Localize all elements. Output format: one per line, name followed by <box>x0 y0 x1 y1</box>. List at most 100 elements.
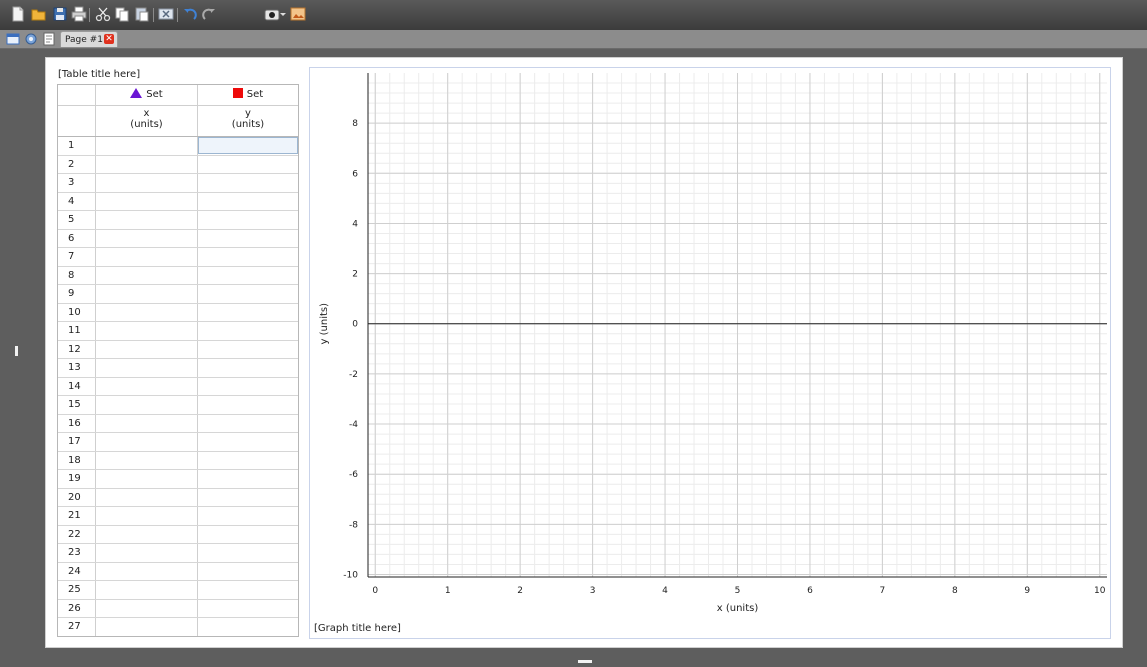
cell-x[interactable] <box>96 267 197 284</box>
variable-name: x <box>143 108 150 119</box>
cell-y[interactable] <box>198 174 298 191</box>
paste-icon[interactable] <box>134 6 150 22</box>
y-tick-label: -4 <box>349 420 358 430</box>
settings-icon[interactable] <box>24 32 38 46</box>
cell-y[interactable] <box>198 415 298 432</box>
cell-y[interactable] <box>198 526 298 543</box>
close-icon[interactable]: ✕ <box>104 34 114 44</box>
row-number: 13 <box>68 362 81 373</box>
cell-y[interactable] <box>198 211 298 228</box>
graph-panel[interactable]: 0 1 2 3 4 5 6 7 8 9 10 -10 -8 -6 -4 -2 0 2 4 6 8 x (units) y (… <box>309 67 1111 639</box>
splitter-handle[interactable] <box>15 346 18 356</box>
open-folder-icon[interactable] <box>31 6 47 22</box>
column-header-x-set[interactable]: Set <box>96 85 197 105</box>
x-tick-label: 6 <box>807 586 813 596</box>
document-icon[interactable] <box>42 32 56 46</box>
image-icon[interactable] <box>290 6 306 22</box>
row-number: 20 <box>68 491 81 503</box>
row-number: 4 <box>68 195 75 207</box>
main-toolbar <box>0 0 1147 30</box>
column-header-y-set[interactable]: Set <box>198 85 298 105</box>
dropdown-arrow-icon[interactable] <box>279 6 287 22</box>
x-tick-label: 8 <box>952 586 958 596</box>
table-row: 2 <box>58 156 298 174</box>
cell-x[interactable] <box>96 507 197 524</box>
variable-units: (units) <box>231 119 265 130</box>
cell-y[interactable] <box>198 600 298 617</box>
cell-y[interactable] <box>198 618 298 635</box>
cell-x[interactable] <box>96 600 197 617</box>
column-header-x[interactable]: x (units) <box>96 108 197 136</box>
cell-x[interactable] <box>96 489 197 506</box>
cell-y[interactable] <box>198 433 298 450</box>
square-icon <box>232 88 243 98</box>
cell-x[interactable] <box>96 230 197 247</box>
print-icon[interactable] <box>71 6 87 22</box>
table-header-variables: x (units) y (units) <box>58 105 298 137</box>
cell-x[interactable] <box>96 618 197 635</box>
x-tick-label: 10 <box>1094 586 1106 596</box>
cell-y[interactable] <box>198 563 298 580</box>
cell-x[interactable] <box>96 563 197 580</box>
cell-y[interactable] <box>198 137 298 154</box>
table-row: 25 <box>58 581 298 600</box>
cell-x[interactable] <box>96 193 197 210</box>
cell-y[interactable] <box>198 304 298 321</box>
cell-x[interactable] <box>96 452 197 469</box>
row-number: 27 <box>68 621 81 632</box>
table-title[interactable]: [Table title here] <box>58 69 140 80</box>
undo-icon[interactable] <box>182 6 198 22</box>
cell-x[interactable] <box>96 174 197 191</box>
cell-y[interactable] <box>198 396 298 413</box>
cell-y[interactable] <box>198 359 298 376</box>
redo-icon[interactable] <box>201 6 217 22</box>
cell-x[interactable] <box>96 248 197 265</box>
graph-plot[interactable]: 0 1 2 3 4 5 6 7 8 9 10 -10 -8 -6 -4 -2 0 2 4 6 8 x (units) y (… <box>310 68 1112 640</box>
cell-y[interactable] <box>198 285 298 302</box>
copy-icon[interactable] <box>114 6 130 22</box>
cell-y[interactable] <box>198 341 298 358</box>
cell-x[interactable] <box>96 526 197 543</box>
cell-x[interactable] <box>96 211 197 228</box>
cell-y[interactable] <box>198 378 298 395</box>
table-row: 5 <box>58 211 298 230</box>
cell-x[interactable] <box>96 396 197 413</box>
cell-x[interactable] <box>96 322 197 339</box>
new-file-icon[interactable] <box>10 6 26 22</box>
table-row: 4 <box>58 193 298 211</box>
cell-x[interactable] <box>96 137 197 154</box>
cell-x[interactable] <box>96 156 197 173</box>
cell-x[interactable] <box>96 581 197 598</box>
cell-y[interactable] <box>198 489 298 506</box>
cell-y[interactable] <box>198 193 298 210</box>
cell-x[interactable] <box>96 433 197 450</box>
cell-y[interactable] <box>198 452 298 469</box>
camera-icon[interactable] <box>264 6 280 22</box>
cell-x[interactable] <box>96 378 197 395</box>
cell-y[interactable] <box>198 267 298 284</box>
cell-x[interactable] <box>96 415 197 432</box>
save-icon[interactable] <box>52 6 68 22</box>
column-header-y[interactable]: y (units) <box>198 108 298 136</box>
cut-icon[interactable] <box>95 6 111 22</box>
cell-y[interactable] <box>198 470 298 487</box>
cell-y[interactable] <box>198 322 298 339</box>
delete-icon[interactable] <box>158 6 174 22</box>
cell-y[interactable] <box>198 581 298 598</box>
cell-y[interactable] <box>198 507 298 524</box>
cell-x[interactable] <box>96 544 197 561</box>
cell-y[interactable] <box>198 156 298 173</box>
cell-x[interactable] <box>96 341 197 358</box>
tab-page-1[interactable]: Page #1 ✕ <box>60 31 118 47</box>
cell-x[interactable] <box>96 470 197 487</box>
window-icon[interactable] <box>6 32 20 46</box>
cell-y[interactable] <box>198 544 298 561</box>
cell-y[interactable] <box>198 230 298 247</box>
cell-x[interactable] <box>96 359 197 376</box>
row-number: 17 <box>68 436 81 447</box>
graph-title[interactable]: [Graph title here] <box>314 623 401 634</box>
cell-x[interactable] <box>96 304 197 321</box>
cell-x[interactable] <box>96 285 197 302</box>
splitter-handle-bottom[interactable] <box>578 660 592 663</box>
cell-y[interactable] <box>198 248 298 265</box>
